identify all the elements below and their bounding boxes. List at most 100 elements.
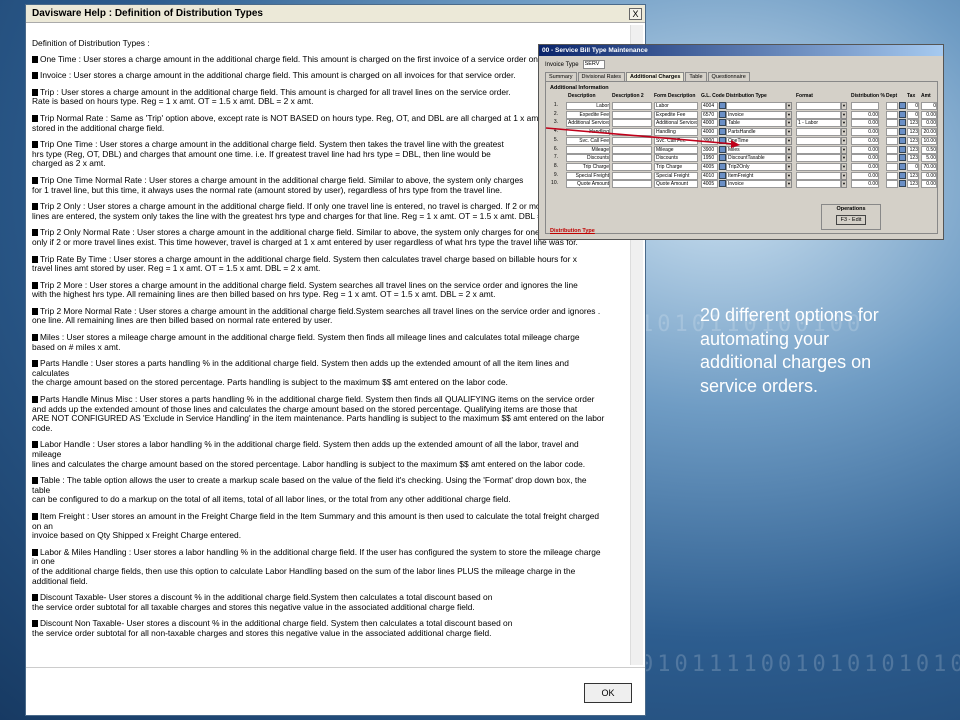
lookup-icon[interactable] <box>899 110 906 118</box>
cell-desc2[interactable] <box>612 180 652 189</box>
cell-form[interactable]: Discounts <box>654 154 698 163</box>
cell-gl[interactable]: 6570 <box>701 110 718 119</box>
chevron-down-icon[interactable]: ▼ <box>841 119 847 128</box>
cell-tax[interactable]: 0 <box>907 162 919 171</box>
cell-form[interactable]: Quote Amount <box>654 180 698 189</box>
cell-amt[interactable]: 0.00 <box>921 171 937 180</box>
cell-amt[interactable]: 10.00 <box>921 136 937 145</box>
cell-pct[interactable]: 0.00 <box>851 162 879 171</box>
lookup-icon[interactable] <box>719 110 726 118</box>
cell-dist[interactable]: Trip2Only <box>726 162 786 171</box>
cell-format[interactable] <box>796 136 841 145</box>
chevron-down-icon[interactable]: ▼ <box>841 145 847 154</box>
cell-tax[interactable]: 0 <box>907 102 919 110</box>
cell-form[interactable]: Handling <box>654 128 698 137</box>
cell-form[interactable]: Trip Charge <box>654 162 698 171</box>
cell-form[interactable]: Additional Services <box>654 119 698 128</box>
tab-divisional-rates[interactable]: Divisional Rates <box>577 72 625 81</box>
cell-dept[interactable] <box>886 128 898 137</box>
lookup-icon[interactable] <box>899 136 906 144</box>
cell-desc2[interactable] <box>612 102 652 110</box>
cell-desc[interactable]: Mileage <box>566 145 610 154</box>
lookup-icon[interactable] <box>899 145 906 153</box>
cell-desc[interactable]: Svc. Call Fee <box>566 136 610 145</box>
cell-desc2[interactable] <box>612 119 652 128</box>
chevron-down-icon[interactable]: ▼ <box>786 119 792 128</box>
cell-format[interactable] <box>796 162 841 171</box>
chevron-down-icon[interactable]: ▼ <box>786 102 792 110</box>
cell-desc2[interactable] <box>612 128 652 137</box>
tab-table[interactable]: Table <box>685 72 707 81</box>
cell-dept[interactable] <box>886 162 898 171</box>
lookup-icon[interactable] <box>899 171 906 179</box>
cell-desc2[interactable] <box>612 171 652 180</box>
ok-button[interactable]: OK <box>584 683 632 703</box>
chevron-down-icon[interactable]: ▼ <box>841 162 847 171</box>
cell-dept[interactable] <box>886 180 898 189</box>
chevron-down-icon[interactable]: ▼ <box>786 171 792 180</box>
cell-desc[interactable]: Trip Charge <box>566 162 610 171</box>
chevron-down-icon[interactable]: ▼ <box>786 145 792 154</box>
cell-amt[interactable]: 0.00 <box>921 110 937 119</box>
cell-desc[interactable]: Discounts <box>566 154 610 163</box>
cell-tax[interactable]: 123 <box>907 119 919 128</box>
chevron-down-icon[interactable]: ▼ <box>841 136 847 145</box>
cell-form[interactable]: Special Freight <box>654 171 698 180</box>
lookup-icon[interactable] <box>719 119 726 127</box>
cell-desc2[interactable] <box>612 136 652 145</box>
invoice-type-field[interactable]: SERV <box>582 60 605 69</box>
cell-dist[interactable]: OneTime <box>726 136 786 145</box>
cell-tax[interactable]: 123 <box>907 128 919 137</box>
cell-gl[interactable]: 4005 <box>701 180 718 189</box>
cell-pct[interactable]: 0.00 <box>851 154 879 163</box>
cell-desc[interactable]: Handling <box>566 128 610 137</box>
cell-amt[interactable]: 70.00 <box>921 162 937 171</box>
cell-dept[interactable] <box>886 136 898 145</box>
chevron-down-icon[interactable]: ▼ <box>841 110 847 119</box>
edit-button[interactable]: F3 - Edit <box>836 215 866 225</box>
cell-format[interactable] <box>796 102 841 110</box>
lookup-icon[interactable] <box>719 162 726 170</box>
tab-questionnaire[interactable]: Questionnaire <box>707 72 750 81</box>
cell-pct[interactable] <box>851 102 879 110</box>
distribution-type-link[interactable]: Distribution Type <box>550 228 595 234</box>
cell-amt[interactable]: 0.00 <box>921 180 937 189</box>
cell-format[interactable] <box>796 171 841 180</box>
cell-gl[interactable]: 1950 <box>701 154 718 163</box>
lookup-icon[interactable] <box>899 162 906 170</box>
cell-dept[interactable] <box>886 110 898 119</box>
cell-desc2[interactable] <box>612 154 652 163</box>
lookup-icon[interactable] <box>719 102 726 109</box>
chevron-down-icon[interactable]: ▼ <box>841 102 847 110</box>
chevron-down-icon[interactable]: ▼ <box>841 128 847 137</box>
cell-gl[interactable]: 4000 <box>701 128 718 137</box>
cell-desc2[interactable] <box>612 162 652 171</box>
cell-form[interactable]: Labor <box>654 102 698 110</box>
lookup-icon[interactable] <box>899 128 906 136</box>
lookup-icon[interactable] <box>899 102 906 109</box>
chevron-down-icon[interactable]: ▼ <box>841 180 847 189</box>
chevron-down-icon[interactable]: ▼ <box>786 128 792 137</box>
cell-gl[interactable]: 4005 <box>701 162 718 171</box>
cell-desc[interactable]: Additional Services <box>566 119 610 128</box>
cell-form[interactable]: Svc. Call Fee <box>654 136 698 145</box>
cell-pct[interactable]: 0.00 <box>851 128 879 137</box>
cell-tax[interactable]: 123 <box>907 180 919 189</box>
chevron-down-icon[interactable]: ▼ <box>786 136 792 145</box>
lookup-icon[interactable] <box>719 128 726 136</box>
lookup-icon[interactable] <box>719 171 726 179</box>
lookup-icon[interactable] <box>719 154 726 162</box>
cell-form[interactable]: Expedite Fee <box>654 110 698 119</box>
cell-dist[interactable]: DiscountTaxable <box>726 154 786 163</box>
lookup-icon[interactable] <box>899 154 906 162</box>
cell-tax[interactable]: 123 <box>907 154 919 163</box>
lookup-icon[interactable] <box>899 180 906 188</box>
cell-dept[interactable] <box>886 102 898 110</box>
cell-tax[interactable]: 123 <box>907 171 919 180</box>
cell-dept[interactable] <box>886 145 898 154</box>
cell-desc2[interactable] <box>612 110 652 119</box>
lookup-icon[interactable] <box>719 180 726 188</box>
cell-format[interactable]: 1 - Labor <box>796 119 841 128</box>
cell-gl[interactable]: 4004 <box>701 102 718 110</box>
cell-dist[interactable]: Table <box>726 119 786 128</box>
